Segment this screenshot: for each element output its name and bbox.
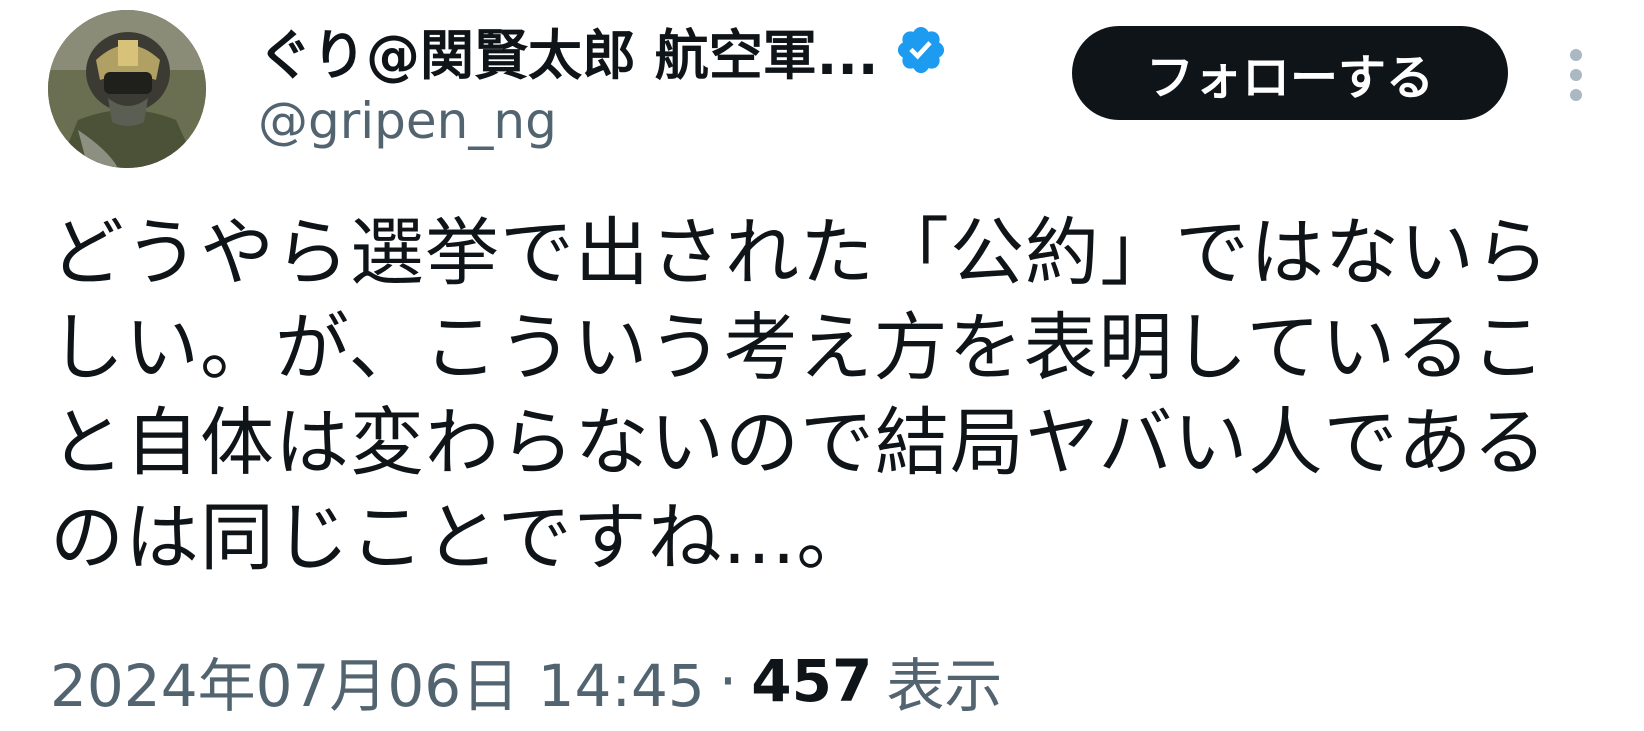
follow-button[interactable]: フォローする xyxy=(1072,26,1508,120)
tweet: ぐり@関賢太郎 航空軍... @gripen_ng フォローする どうやら選挙で… xyxy=(0,0,1644,731)
tweet-meta: 2024年07月06日 14:45 · 457 表示 xyxy=(50,646,1002,720)
tweet-text: どうやら選挙で出された「公約」ではないら しい。が、こういう考え方を表明している… xyxy=(50,206,1610,586)
author-display-name[interactable]: ぐり@関賢太郎 航空軍... xyxy=(258,11,878,90)
views-count: 457 xyxy=(751,647,873,715)
more-vertical-icon[interactable] xyxy=(1556,40,1596,110)
tweet-text-line: のは同じことですね...。 xyxy=(50,495,872,581)
tweet-text-line: しい。が、こういう考え方を表明しているこ xyxy=(50,305,1547,391)
verified-badge-icon xyxy=(894,23,948,77)
avatar-image xyxy=(48,10,206,168)
tweet-text-line: どうやら選挙で出された「公約」ではないら xyxy=(50,210,1550,296)
tweet-timestamp[interactable]: 2024年07月06日 14:45 xyxy=(50,639,705,723)
tweet-text-line: と自体は変わらないので結局ヤバい人である xyxy=(50,400,1548,486)
avatar[interactable] xyxy=(48,10,206,168)
views-label: 表示 xyxy=(886,652,1003,720)
author-name-row: ぐり@関賢太郎 航空軍... xyxy=(258,14,948,87)
meta-separator: · xyxy=(718,647,738,715)
author-handle[interactable]: @gripen_ng xyxy=(258,92,557,150)
